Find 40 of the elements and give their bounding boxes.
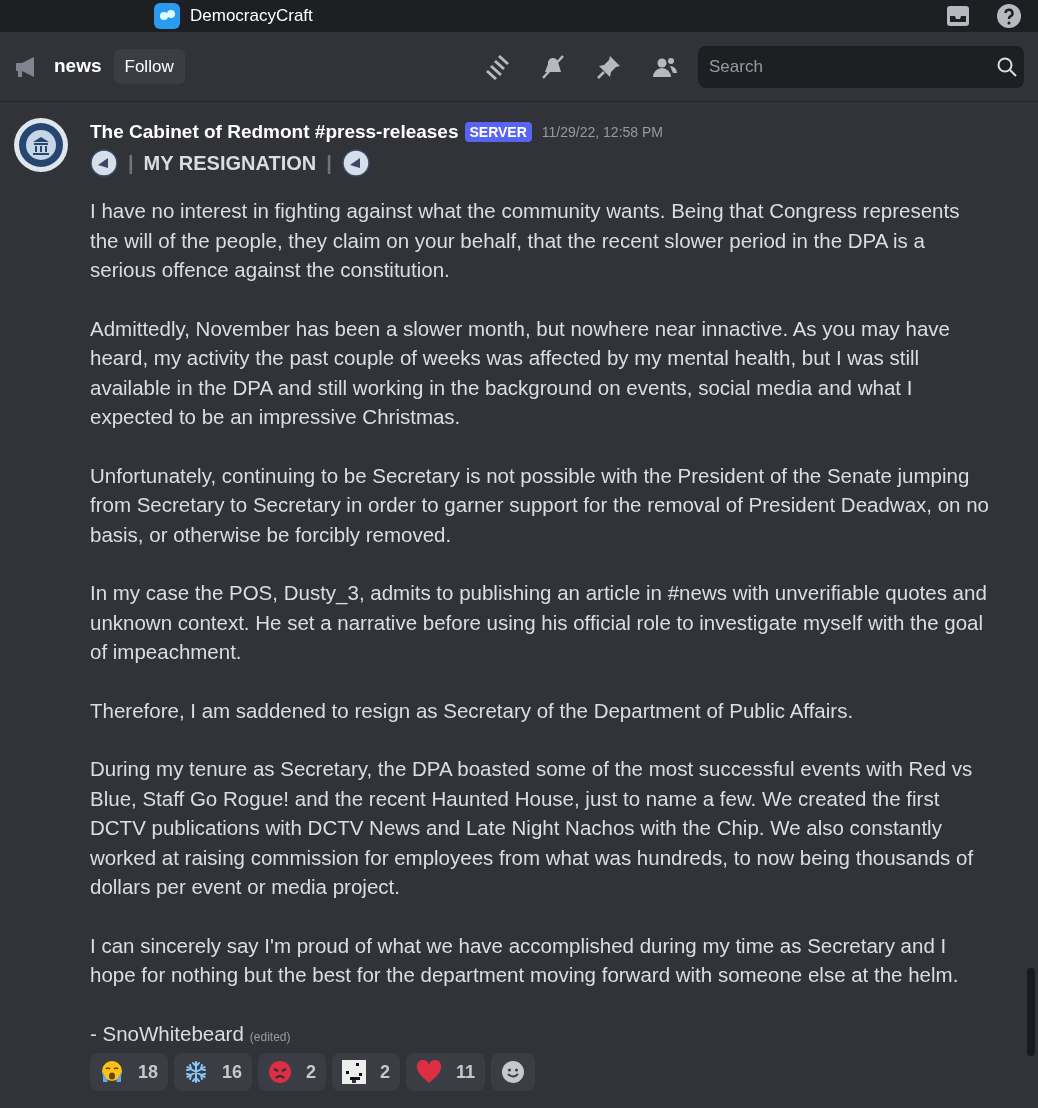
angry-face-icon — [268, 1060, 293, 1085]
message-paragraph: Unfortunately, continuing to be Secretary is not possible with the President of the Senate jumping from Secretary to Secretary in order to garner support for the removal of President Deadwax, on no basis, or otherwise be forcibly removed. — [90, 462, 990, 548]
snowflake-icon — [184, 1060, 209, 1085]
timestamp: 11/29/22, 12:58 PM — [541, 122, 663, 142]
message-paragraph: Therefore, I am saddened to resign as Secretary of the Department of Public Affairs. — [90, 697, 855, 724]
author-name[interactable]: The Cabinet of Redmont #press-releases — [90, 117, 459, 147]
pin-icon[interactable] — [596, 53, 622, 80]
separator: | — [128, 151, 134, 176]
channel-name: news — [54, 54, 102, 79]
reaction[interactable]: 18 — [90, 1053, 169, 1092]
smiley-icon — [501, 1060, 526, 1085]
heart-icon — [416, 1060, 443, 1085]
inbox-icon[interactable] — [946, 4, 970, 28]
pixel-image-icon — [342, 1060, 367, 1085]
reaction[interactable]: 2 — [258, 1053, 327, 1092]
muted-bell-icon[interactable] — [540, 53, 566, 80]
search-field[interactable]: Search — [698, 45, 1024, 88]
server-tag: SERVER — [464, 122, 532, 142]
message-paragraph: I can sincerely say I'm proud of what we have accomplished during my time as Secretary and I hope for nothing but the best for the department moving forward with someone else at the helm. — [90, 932, 960, 988]
message-paragraph: During my tenure as Secretary, the DPA boasted some of the most successful events with Red vs Blue, Staff Go Rogue! and the recent Haunted House, just to name a few. We created the first DCTV publications with DCTV News and Late Night Nachos with the Chip. We also constantly worked at raising commission for employees from what was hundreds, to now being thousands of dollars per event or media project. — [90, 756, 975, 900]
message-paragraph: Admittedly, November has been a slower month, but nowhere near innactive. As you may have heard, my activity the past couple of weeks was affected by my mental health, but I was still available in the DPA and still working in the background on events, social media and what I expected to be an impressive Christmas. — [90, 315, 951, 430]
crying-face-icon — [100, 1060, 124, 1085]
reaction[interactable]: 16 — [174, 1053, 253, 1092]
message-paragraph: I have no interest in fighting against what the community wants. Being that Congress represents the will of the people, they claim on your behalf, that the recent slower period in the DPA is a serious offence against the constitution. — [90, 198, 961, 283]
reaction[interactable]: 11 — [406, 1053, 486, 1092]
reaction[interactable]: 2 — [332, 1053, 401, 1092]
server-icon[interactable] — [154, 3, 180, 29]
scrollbar-thumb[interactable] — [1027, 968, 1035, 1056]
server-name: DemocracyCraft — [190, 5, 313, 28]
edited-label: (edited) — [249, 1028, 291, 1046]
separator: | — [326, 151, 332, 176]
add-reaction-button[interactable] — [491, 1053, 536, 1092]
avatar — [14, 118, 68, 172]
message-paragraph: In my case the POS, Dusty_3, admits to publishing an article in #news with unverifiable quotes and unknown context. He set a narrative before using his official role to investigate myself with the goal of impeachment. — [90, 580, 988, 665]
threads-icon[interactable] — [484, 53, 510, 80]
search-icon[interactable] — [997, 56, 1017, 77]
signature: - SnoWhitebeard — [90, 1020, 244, 1047]
message-heading: MY RESIGNATION — [143, 151, 317, 176]
help-icon[interactable] — [996, 3, 1022, 29]
follow-button[interactable]: Follow — [113, 48, 185, 85]
